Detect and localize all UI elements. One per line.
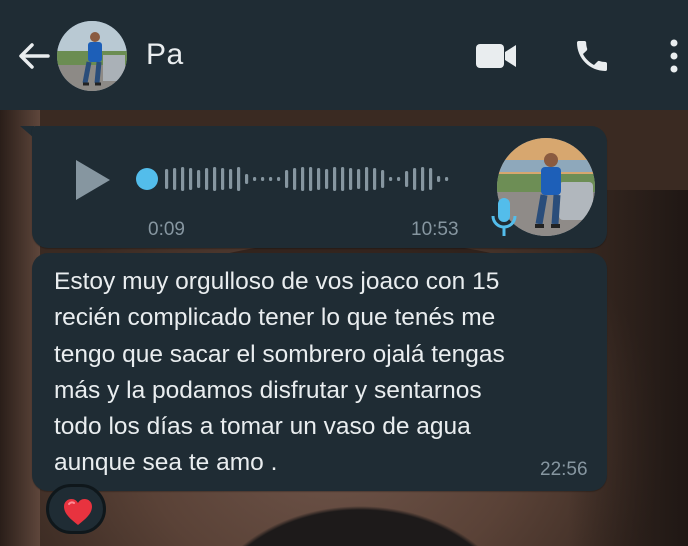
waveform-bar bbox=[269, 177, 273, 181]
microphone-badge bbox=[490, 196, 518, 240]
waveform-bar bbox=[397, 177, 401, 181]
waveform-bar bbox=[173, 168, 177, 190]
chat-header: Pa bbox=[0, 0, 688, 110]
waveform-bar bbox=[213, 167, 217, 191]
waveform-bar bbox=[277, 177, 281, 181]
waveform-bar bbox=[197, 170, 201, 188]
waveform-bar bbox=[429, 168, 433, 190]
phone-call-icon bbox=[577, 41, 607, 71]
microphone-icon bbox=[491, 198, 517, 236]
waveform-bar bbox=[437, 176, 441, 182]
playhead-dot bbox=[136, 168, 158, 190]
waveform-bar bbox=[221, 168, 225, 190]
contact-avatar[interactable] bbox=[57, 21, 127, 91]
waveform-bar bbox=[445, 177, 449, 181]
waveform-bar bbox=[421, 167, 425, 191]
contact-name[interactable]: Pa bbox=[146, 38, 184, 72]
waveform-bar bbox=[365, 167, 369, 191]
waveform-bar bbox=[413, 168, 417, 190]
heart-icon bbox=[64, 499, 92, 525]
waveform-bar bbox=[373, 168, 377, 190]
waveform-bar bbox=[237, 167, 241, 191]
voice-duration: 0:09 bbox=[148, 219, 185, 240]
waveform-bar bbox=[301, 167, 305, 191]
waveform-bar bbox=[253, 177, 257, 181]
waveform-bar bbox=[285, 170, 289, 188]
play-button[interactable] bbox=[70, 155, 116, 205]
voice-message-time: 10:53 bbox=[411, 219, 459, 240]
waveform-bar bbox=[389, 177, 393, 181]
waveform-bar bbox=[349, 168, 353, 190]
waveform-bar bbox=[189, 168, 193, 190]
waveform-bar bbox=[205, 168, 209, 190]
waveform-bar bbox=[333, 167, 337, 191]
waveform-bar bbox=[325, 169, 329, 189]
waveform-bar bbox=[309, 167, 313, 191]
voice-call-button[interactable] bbox=[572, 36, 612, 76]
waveform-bar bbox=[381, 170, 385, 188]
more-options-icon bbox=[670, 39, 678, 73]
waveform-bar bbox=[181, 167, 185, 191]
waveform-bar bbox=[341, 167, 345, 191]
waveform-bar bbox=[357, 169, 361, 189]
waveform-bar bbox=[261, 177, 265, 181]
voice-waveform[interactable] bbox=[134, 157, 464, 201]
waveform-bar bbox=[293, 168, 297, 190]
message-time: 22:56 bbox=[540, 459, 588, 480]
back-arrow-icon bbox=[19, 43, 50, 69]
back-button[interactable] bbox=[14, 36, 54, 76]
waveform-bar bbox=[165, 169, 169, 189]
play-icon bbox=[76, 160, 110, 200]
reaction-badge[interactable] bbox=[46, 484, 106, 534]
waveform-bar bbox=[229, 169, 233, 189]
waveform-bar bbox=[317, 168, 321, 190]
message-text: Estoy muy orgulloso de vos joaco con 15 … bbox=[54, 268, 505, 477]
waveform-bar bbox=[405, 171, 409, 187]
waveform-bar bbox=[245, 174, 249, 184]
more-options-button[interactable] bbox=[666, 36, 682, 76]
video-call-icon bbox=[476, 44, 516, 68]
video-call-button[interactable] bbox=[474, 40, 518, 72]
